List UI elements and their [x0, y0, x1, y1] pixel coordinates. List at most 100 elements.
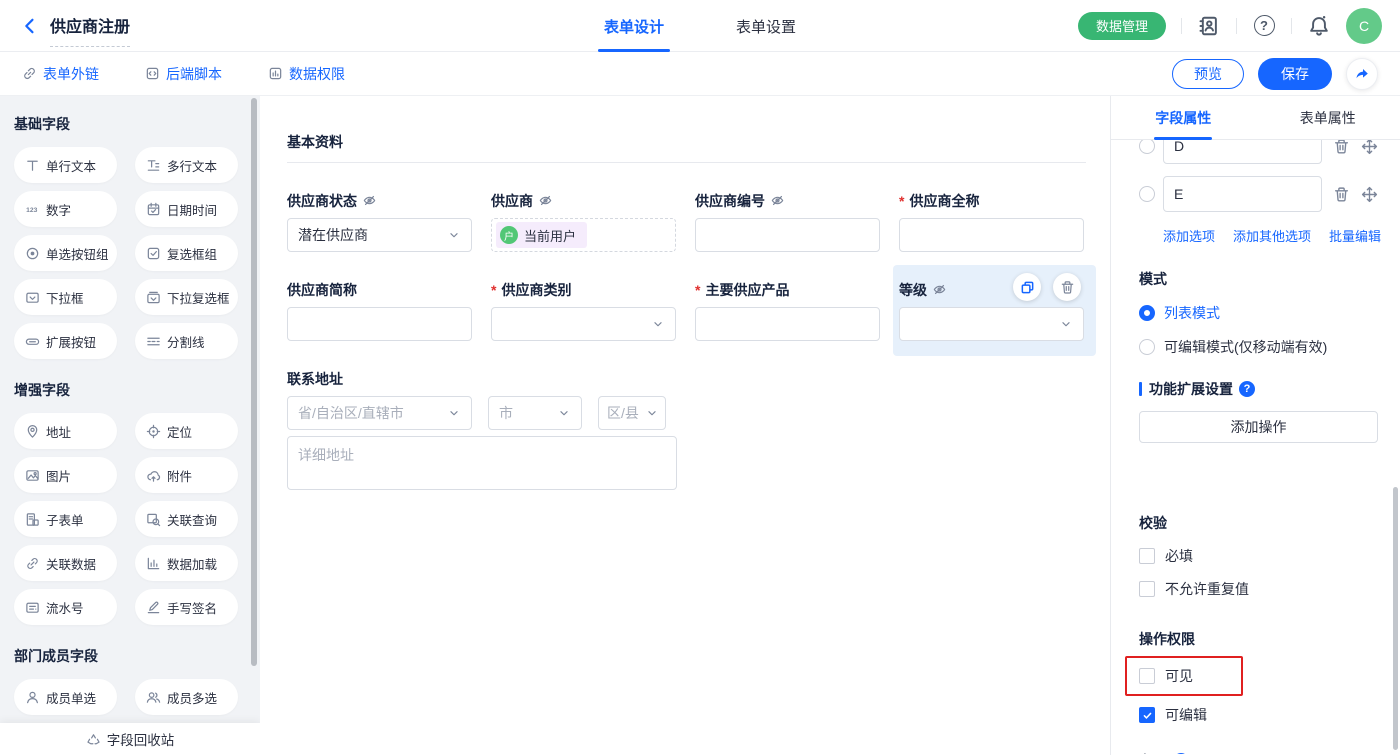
field-item-attachment[interactable]: 附件: [135, 457, 238, 493]
map-pin-icon: [25, 424, 40, 439]
field-item-related-data[interactable]: 关联数据: [14, 545, 117, 581]
no-duplicate-checkbox-row[interactable]: 不允许重复值: [1139, 579, 1378, 599]
save-button[interactable]: 保存: [1258, 58, 1332, 90]
chevron-down-icon: [557, 406, 571, 420]
supplier-status-field[interactable]: 供应商状态 潜在供应商: [287, 193, 472, 252]
drag-option-icon[interactable]: [1361, 140, 1378, 155]
field-item-divider[interactable]: 分割线: [135, 323, 238, 359]
eye-hidden-icon: [932, 282, 947, 297]
option-e-input[interactable]: [1163, 176, 1322, 212]
share-button[interactable]: [1346, 58, 1378, 90]
supplier-fullname-field[interactable]: *供应商全称: [899, 193, 1084, 252]
mode-list-option[interactable]: 列表模式: [1139, 303, 1378, 323]
field-item-checkbox-group[interactable]: 复选框组: [135, 235, 238, 271]
field-recycle-bin[interactable]: 字段回收站: [0, 723, 260, 755]
delete-option-icon[interactable]: [1333, 140, 1350, 155]
main-products-field[interactable]: *主要供应产品: [695, 282, 880, 341]
field-item-member-single[interactable]: 成员单选: [14, 679, 117, 715]
bell-icon: [1308, 15, 1330, 37]
page-title[interactable]: 供应商注册: [50, 13, 130, 39]
option-radio[interactable]: [1139, 186, 1155, 202]
supplier-category-field[interactable]: *供应商类别: [491, 282, 676, 341]
bar-chart-icon: [146, 556, 161, 571]
field-item-related-query[interactable]: 关联查询: [135, 501, 238, 537]
chain-icon: [25, 556, 40, 571]
chevron-down-icon: [651, 317, 665, 331]
field-item-image[interactable]: 图片: [14, 457, 117, 493]
current-user-tag[interactable]: 户 当前用户: [496, 222, 587, 248]
form-external-link[interactable]: 表单外链: [22, 64, 99, 84]
radio-selected: [1139, 305, 1155, 321]
delete-field-button[interactable]: [1053, 273, 1081, 301]
help-question-icon[interactable]: ?: [1239, 381, 1255, 397]
field-item-radio-group[interactable]: 单选按钮组: [14, 235, 117, 271]
canvas-section-title: 基本资料: [287, 132, 1086, 152]
supplier-status-select[interactable]: 潜在供应商: [287, 218, 472, 252]
supplier-field[interactable]: 供应商 户 当前用户: [491, 193, 676, 252]
field-item-member-multi[interactable]: 成员多选: [135, 679, 238, 715]
radio-icon: [25, 246, 40, 261]
copy-field-button[interactable]: [1013, 273, 1041, 301]
district-select[interactable]: 区/县: [598, 396, 666, 430]
city-select[interactable]: 市: [488, 396, 582, 430]
tab-form-properties[interactable]: 表单属性: [1256, 96, 1400, 139]
editable-checkbox-row[interactable]: 可编辑: [1139, 705, 1378, 725]
data-permission-link[interactable]: 数据权限: [268, 64, 345, 84]
add-other-option-link[interactable]: 添加其他选项: [1233, 226, 1311, 245]
field-item-select[interactable]: 下拉框: [14, 279, 117, 315]
visible-checkbox-row[interactable]: 可见: [1139, 666, 1233, 686]
field-item-datetime[interactable]: 日期时间: [135, 191, 238, 227]
supplier-number-field[interactable]: 供应商编号: [695, 193, 880, 252]
help-button[interactable]: ?: [1252, 14, 1276, 38]
preview-button[interactable]: 预览: [1172, 59, 1244, 89]
tab-field-properties[interactable]: 字段属性: [1111, 96, 1256, 139]
add-option-link[interactable]: 添加选项: [1163, 226, 1215, 245]
supplier-fullname-input[interactable]: [899, 218, 1084, 252]
panel-scrollbar[interactable]: [1393, 487, 1398, 750]
required-checkbox-row[interactable]: 必填: [1139, 546, 1378, 566]
detail-address-textarea[interactable]: [287, 436, 677, 490]
contact-book-button[interactable]: [1197, 14, 1221, 38]
level-select[interactable]: [899, 307, 1084, 341]
supplier-user-box[interactable]: 户 当前用户: [491, 218, 676, 252]
contact-address-field: 联系地址 省/自治区/直辖市 市 区/县: [287, 371, 1086, 495]
supplier-category-select[interactable]: [491, 307, 676, 341]
mode-editable-option[interactable]: 可编辑模式(仅移动端有效): [1139, 337, 1378, 357]
help-question-icon[interactable]: ?: [1173, 753, 1189, 754]
field-item-multi-select[interactable]: 下拉复选框: [135, 279, 238, 315]
sidebar-scrollbar[interactable]: [251, 98, 257, 666]
person-icon: [25, 690, 40, 705]
drag-option-icon[interactable]: [1361, 186, 1378, 203]
tab-form-design[interactable]: 表单设计: [604, 0, 664, 52]
field-item-location[interactable]: 定位: [135, 413, 238, 449]
supplier-number-input[interactable]: [695, 218, 880, 252]
field-item-data-load[interactable]: 数据加载: [135, 545, 238, 581]
delete-option-icon[interactable]: [1333, 186, 1350, 203]
script-icon: [145, 66, 160, 81]
text-icon: [25, 158, 40, 173]
serial-icon: [25, 600, 40, 615]
field-item-subform[interactable]: 子表单: [14, 501, 117, 537]
backend-script-link[interactable]: 后端脚本: [145, 64, 222, 84]
back-button[interactable]: [18, 14, 42, 38]
notification-button[interactable]: [1307, 14, 1331, 38]
province-select[interactable]: 省/自治区/直辖市: [287, 396, 472, 430]
supplier-shortname-input[interactable]: [287, 307, 472, 341]
field-item-number[interactable]: 数字: [14, 191, 117, 227]
field-item-serial-number[interactable]: 流水号: [14, 589, 117, 625]
field-item-signature[interactable]: 手写签名: [135, 589, 238, 625]
field-item-multi-line-text[interactable]: 多行文本: [135, 147, 238, 183]
main-products-input[interactable]: [695, 307, 880, 341]
option-radio[interactable]: [1139, 140, 1155, 154]
field-item-extend-button[interactable]: 扩展按钮: [14, 323, 117, 359]
batch-edit-link[interactable]: 批量编辑: [1329, 226, 1381, 245]
option-d-input[interactable]: [1163, 140, 1322, 164]
avatar[interactable]: C: [1346, 8, 1382, 44]
add-operation-button[interactable]: 添加操作: [1139, 411, 1378, 443]
field-item-single-line-text[interactable]: 单行文本: [14, 147, 117, 183]
supplier-shortname-field[interactable]: 供应商简称: [287, 282, 472, 341]
tab-form-settings[interactable]: 表单设置: [736, 0, 796, 52]
level-field-selected[interactable]: 等级: [899, 282, 1084, 341]
field-item-address[interactable]: 地址: [14, 413, 117, 449]
data-manage-button[interactable]: 数据管理: [1078, 12, 1166, 40]
